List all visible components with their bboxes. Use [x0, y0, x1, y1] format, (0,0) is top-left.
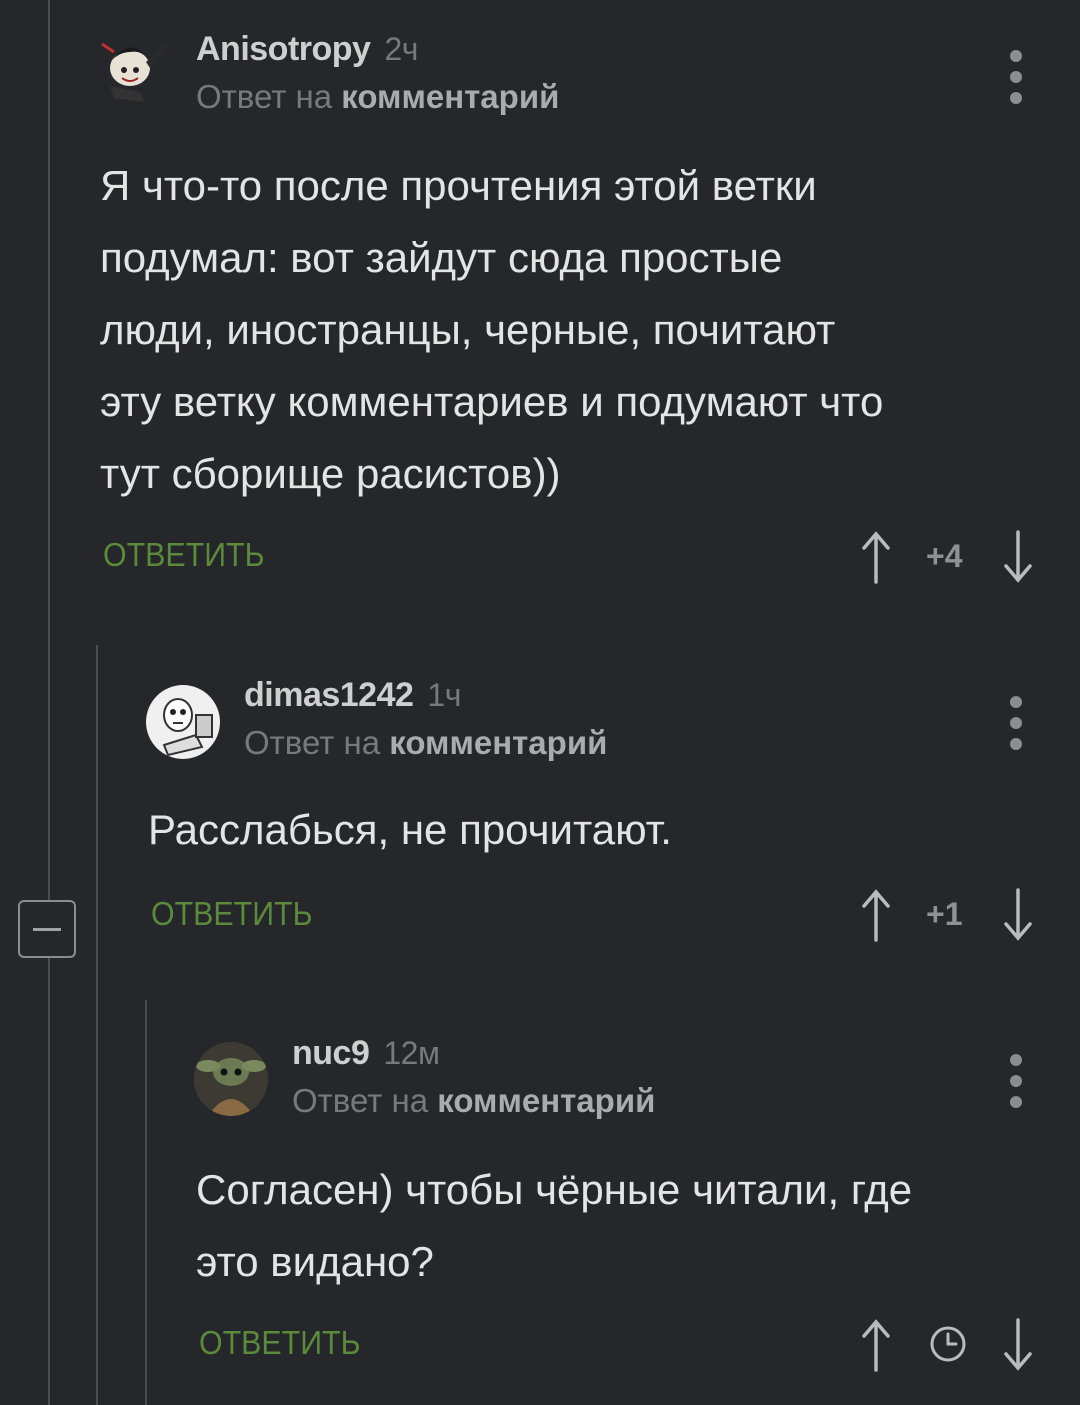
vote-controls: [850, 1316, 1040, 1372]
clock-icon: [930, 1326, 966, 1362]
comment-line: это видано?: [196, 1238, 434, 1285]
reply-prefix: Ответ на: [292, 1082, 429, 1119]
reply-to-line: Ответ на комментарий: [292, 1082, 655, 1120]
comment-line: Согласен) чтобы чёрные читали, где: [196, 1166, 913, 1213]
downvote-arrow-icon[interactable]: [1000, 1318, 1036, 1372]
parent-comment-link[interactable]: комментарий: [437, 1082, 655, 1119]
comment-text: Согласен) чтобы чёрные читали, где это в…: [196, 1154, 912, 1298]
reply-button[interactable]: ОТВЕТИТЬ: [199, 1324, 361, 1362]
upvote-arrow-icon[interactable]: [858, 1318, 894, 1372]
more-options-icon[interactable]: [1010, 1054, 1024, 1117]
author-name[interactable]: nuc9: [292, 1034, 370, 1072]
comment-author[interactable]: nuc9 12м: [292, 1034, 440, 1073]
comment: nuc9 12м Ответ на комментарий Согласен) ч…: [0, 0, 1080, 1405]
comment-time: 12м: [383, 1035, 440, 1071]
avatar[interactable]: [194, 1042, 268, 1116]
